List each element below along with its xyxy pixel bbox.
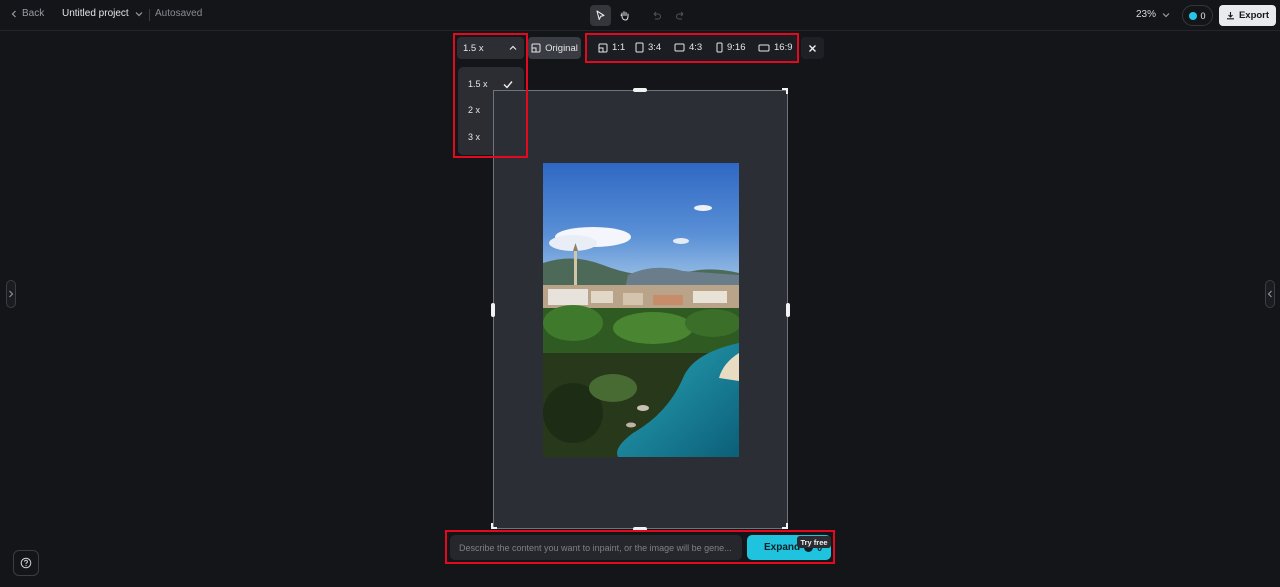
bottom-resize-handle[interactable] [633,527,647,531]
project-title-menu[interactable]: Untitled project [62,8,143,19]
ratio-9-16-button[interactable]: 9:16 [716,42,746,53]
ratio-label: 4:3 [689,42,703,53]
original-label: Original [545,42,578,54]
left-resize-handle[interactable] [491,303,495,317]
redo-icon [676,11,684,20]
credits-badge[interactable]: 0 [1182,5,1213,26]
top-resize-handle[interactable] [633,88,647,92]
landscape-ratio-icon [674,43,685,52]
scale-option-1-5x[interactable]: 1.5 x [468,79,488,89]
zoom-menu[interactable]: 23% [1136,9,1170,20]
chevron-up-icon [509,45,517,50]
close-icon [809,44,816,52]
right-resize-handle[interactable] [786,303,790,317]
credits-count: 0 [1200,10,1206,21]
help-button[interactable] [13,550,39,576]
chevron-down-icon [135,11,143,16]
check-icon [503,81,513,89]
scale-option-3x[interactable]: 3 x [468,132,480,142]
top-bar: Back Untitled project Autosaved 23% 0 Ex… [0,0,1280,31]
redo-button[interactable] [670,5,691,26]
chevron-down-icon [1162,12,1170,17]
close-expand-button[interactable] [801,37,824,59]
hand-icon [620,11,629,21]
ratio-16-9-button[interactable]: 16:9 [758,42,793,53]
export-icon [1226,12,1234,20]
undo-icon [653,11,661,20]
top-right-corner-handle[interactable] [782,88,788,94]
back-button[interactable]: Back [10,8,44,19]
back-label: Back [22,8,45,19]
expand-label: Expand [764,542,801,553]
export-label: Export [1238,10,1270,21]
original-ratio-button[interactable]: Original [528,37,581,59]
select-tool-button[interactable] [590,5,611,26]
source-photo [543,163,739,457]
chevron-left-icon [11,10,16,17]
autosave-status: Autosaved [155,8,203,19]
right-panel-toggle[interactable] [1265,280,1275,308]
ratio-label: 9:16 [727,42,746,53]
ratio-label: 1:1 [612,42,626,53]
zoom-level: 23% [1136,9,1157,20]
square-ratio-icon [598,43,608,52]
bottom-left-corner-handle[interactable] [491,523,497,529]
ratio-label: 16:9 [774,42,793,53]
project-title: Untitled project [62,8,129,19]
hand-tool-button[interactable] [614,5,635,26]
try-free-badge: Try free [797,536,831,548]
scale-select[interactable]: 1.5 x [457,37,524,59]
chevron-right-icon [9,290,14,298]
ratio-label: 3:4 [648,42,662,53]
inpaint-prompt-input[interactable] [450,535,742,560]
help-icon [20,557,32,569]
pointer-icon [596,10,605,21]
bottom-right-corner-handle[interactable] [782,523,788,529]
portrait-ratio-icon [635,42,644,53]
tall-ratio-icon [716,42,723,53]
divider [149,9,150,21]
chevron-left-icon [1267,290,1272,298]
scale-option-2x[interactable]: 2 x [468,105,480,115]
wide-ratio-icon [758,44,770,51]
original-icon [531,43,541,53]
scale-selected-value: 1.5 x [463,42,484,54]
left-panel-toggle[interactable] [6,280,16,308]
ratio-4-3-button[interactable]: 4:3 [674,42,702,53]
undo-button[interactable] [646,5,667,26]
credit-coin-icon [1189,11,1198,20]
ratio-1-1-button[interactable]: 1:1 [598,42,625,53]
ratio-3-4-button[interactable]: 3:4 [635,42,661,53]
aspect-ratio-bar: 1:1 3:4 4:3 9:16 16:9 [587,35,797,61]
export-button[interactable]: Export [1219,5,1276,26]
